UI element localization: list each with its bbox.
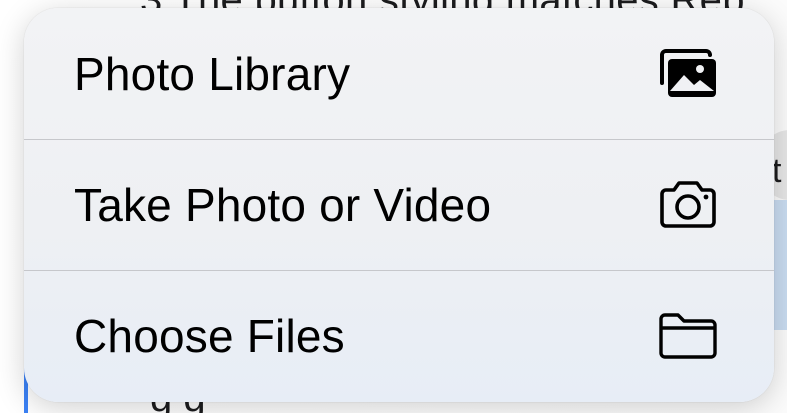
menu-item-take-photo[interactable]: Take Photo or Video <box>24 139 774 270</box>
menu-item-label: Photo Library <box>74 47 351 100</box>
menu-item-label: Take Photo or Video <box>74 179 492 231</box>
file-source-menu: Photo Library Take Photo or Video Choose <box>24 8 774 402</box>
folder-icon <box>656 309 720 363</box>
menu-item-photo-library[interactable]: Photo Library <box>24 8 774 139</box>
camera-icon <box>656 178 720 232</box>
menu-item-label: Choose Files <box>74 310 345 362</box>
menu-item-choose-files[interactable]: Choose Files <box>24 270 774 401</box>
photo-library-icon <box>656 47 720 101</box>
